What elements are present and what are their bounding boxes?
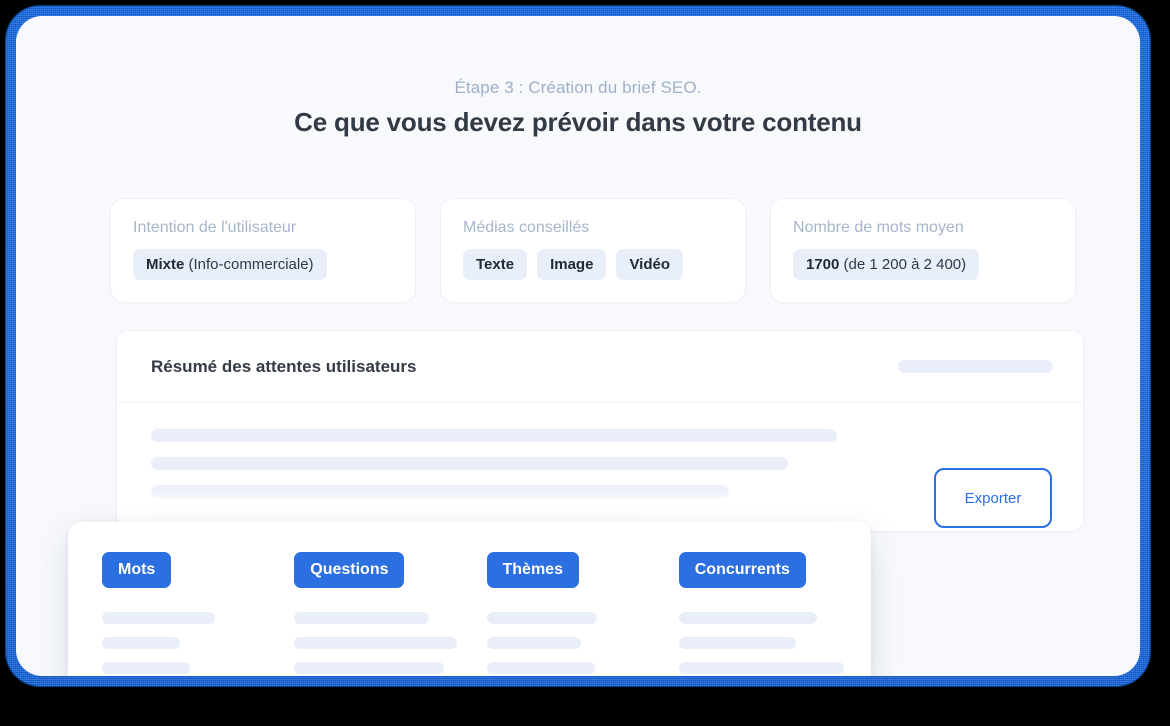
summary-panel-header: Résumé des attentes utilisateurs <box>117 331 1083 403</box>
badge-strong-text: Image <box>550 256 594 273</box>
header-skeleton-bar <box>898 360 1053 373</box>
skeleton-line <box>678 637 796 649</box>
tabs-overlay-card: Mots Questions Thèmes Concurrents <box>68 522 871 676</box>
badge-strong-text: Vidéo <box>629 256 671 273</box>
page-header: Étape 3 : Création du brief SEO. Ce que … <box>16 16 1140 138</box>
badge-rest-text: (Info-commerciale) <box>184 256 314 273</box>
badge-row: 1700 (de 1 200 à 2 400) <box>793 249 1053 280</box>
skeleton-line <box>102 637 180 649</box>
badge-rest-text: (de 1 200 à 2 400) <box>839 256 967 273</box>
info-card-label: Nombre de mots moyen <box>793 219 964 236</box>
skeleton-line <box>678 612 817 624</box>
badge-word-count[interactable]: 1700 (de 1 200 à 2 400) <box>793 249 980 280</box>
badge-row: Mixte (Info-commerciale) <box>133 249 393 280</box>
skeleton-line <box>294 637 458 649</box>
badge-user-intent[interactable]: Mixte (Info-commerciale) <box>133 249 327 280</box>
info-card-recommended-media: Médias conseillés Texte Image Vidéo <box>440 198 746 303</box>
app-viewport: Étape 3 : Création du brief SEO. Ce que … <box>16 16 1140 676</box>
skeleton-line <box>102 662 190 674</box>
skeleton-line <box>151 429 837 442</box>
badge-strong-text: 1700 <box>806 256 840 273</box>
info-card-user-intent: Intention de l'utilisateur Mixte (Info-c… <box>110 198 416 303</box>
skeleton-line <box>151 457 788 470</box>
info-card-row: Intention de l'utilisateur Mixte (Info-c… <box>110 198 1076 303</box>
badge-media-texte[interactable]: Texte <box>463 249 528 280</box>
skeleton-line <box>486 612 597 624</box>
skeleton-line <box>102 612 215 624</box>
tab-concurrents[interactable]: Concurrents <box>678 552 806 588</box>
summary-panel-title: Résumé des attentes utilisateurs <box>151 356 417 376</box>
info-card-label: Intention de l'utilisateur <box>133 219 297 236</box>
badge-strong-text: Texte <box>476 256 515 273</box>
skeleton-line <box>294 612 430 624</box>
info-card-average-word-count: Nombre de mots moyen 1700 (de 1 200 à 2 … <box>770 198 1076 303</box>
tabs-grid: Mots Questions Thèmes Concurrents <box>68 522 871 676</box>
badge-media-video[interactable]: Vidéo <box>616 249 684 280</box>
badge-strong-text: Mixte <box>146 256 185 273</box>
skeleton-line <box>486 662 595 674</box>
tab-questions[interactable]: Questions <box>294 552 405 588</box>
tab-skeleton-lines <box>294 612 486 674</box>
page-title: Ce que vous devez prévoir dans votre con… <box>294 107 862 137</box>
info-card-label: Médias conseillés <box>463 219 590 236</box>
tab-mots[interactable]: Mots <box>102 552 172 588</box>
tab-column-questions: Questions <box>294 552 486 676</box>
tab-themes[interactable]: Thèmes <box>486 552 579 588</box>
skeleton-line <box>151 485 729 498</box>
skeleton-line <box>294 662 445 674</box>
badge-row: Texte Image Vidéo <box>463 249 723 280</box>
badge-media-image[interactable]: Image <box>537 249 607 280</box>
tab-skeleton-lines <box>678 612 871 674</box>
blue-device-frame: Étape 3 : Création du brief SEO. Ce que … <box>6 6 1150 686</box>
tab-column-themes: Thèmes <box>486 552 679 676</box>
screenshot-root: Étape 3 : Création du brief SEO. Ce que … <box>0 0 1170 726</box>
tab-skeleton-lines <box>102 612 294 674</box>
tab-column-concurrents: Concurrents <box>678 552 871 676</box>
tab-skeleton-lines <box>486 612 679 674</box>
skeleton-line <box>678 662 844 674</box>
skeleton-line <box>486 637 581 649</box>
tab-column-mots: Mots <box>102 552 294 676</box>
export-button[interactable]: Exporter <box>934 468 1052 528</box>
step-eyebrow: Étape 3 : Création du brief SEO. <box>454 78 702 97</box>
